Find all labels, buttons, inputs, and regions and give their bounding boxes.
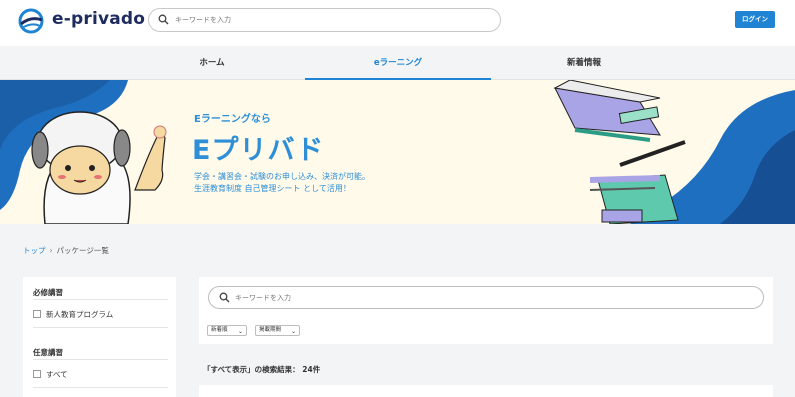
banner-subtitle: Eラーニングなら bbox=[194, 114, 271, 125]
filter-sidebar: 必修講習 新人教育プログラム 任意講習 すべて bbox=[23, 277, 176, 397]
search-panel: 新着順 ⌄ 掲載期間 ⌄ bbox=[199, 277, 773, 344]
breadcrumb: トップ › パッケージ一覧 bbox=[23, 245, 109, 256]
stationery-illustration bbox=[553, 80, 686, 224]
result-count: 「すべて表示」の検索結果： 24件 bbox=[203, 365, 321, 374]
filter-item-label: すべて bbox=[46, 370, 68, 379]
banner-line-1: 学会・講習会・試験のお申し込み、決済が可能。 bbox=[194, 172, 370, 181]
filter-item-label: 新人教育プログラム bbox=[46, 310, 114, 319]
main-search[interactable] bbox=[208, 286, 764, 309]
login-button[interactable]: ログイン bbox=[735, 11, 775, 28]
main-nav: ホーム eラーニング 新着情報 bbox=[0, 46, 795, 80]
breadcrumb-current: パッケージ一覧 bbox=[56, 246, 109, 255]
search-icon bbox=[158, 14, 169, 25]
mascot-character bbox=[31, 111, 167, 224]
logo-text[interactable]: e-privado bbox=[52, 9, 145, 29]
period-select[interactable]: 掲載期間 ⌄ bbox=[255, 325, 300, 336]
main-search-input[interactable] bbox=[235, 290, 735, 306]
sort-order-select[interactable]: 新着順 ⌄ bbox=[207, 325, 247, 336]
divider bbox=[33, 387, 168, 388]
divider bbox=[33, 299, 168, 300]
required-heading: 必修講習 bbox=[33, 288, 63, 297]
breadcrumb-separator: › bbox=[49, 246, 53, 255]
chevron-down-icon: ⌄ bbox=[237, 328, 243, 335]
divider bbox=[33, 327, 168, 328]
checkbox[interactable] bbox=[33, 310, 41, 318]
header-search-input[interactable] bbox=[175, 12, 475, 28]
banner-illustration bbox=[0, 80, 795, 224]
header-search[interactable] bbox=[148, 8, 501, 32]
nav-item-home[interactable]: ホーム bbox=[120, 46, 304, 80]
nav-item-news[interactable]: 新着情報 bbox=[492, 46, 676, 80]
filter-item-new-member-program[interactable]: 新人教育プログラム bbox=[33, 309, 113, 320]
chevron-down-icon: ⌄ bbox=[290, 328, 296, 335]
search-icon bbox=[219, 292, 230, 303]
banner-description: 学会・講習会・試験のお申し込み、決済が可能。 生涯教育制度 自己管理シート とし… bbox=[194, 171, 370, 195]
banner-title: Eプリバド bbox=[192, 135, 325, 166]
period-label: 掲載期間 bbox=[259, 327, 282, 333]
nav-item-elearning[interactable]: eラーニング bbox=[305, 46, 491, 80]
divider bbox=[33, 359, 168, 360]
logo-icon[interactable] bbox=[18, 8, 44, 34]
breadcrumb-home-link[interactable]: トップ bbox=[23, 246, 46, 255]
banner-line-2: 生涯教育制度 自己管理シート として活用！ bbox=[194, 184, 351, 193]
sort-order-label: 新着順 bbox=[211, 327, 228, 333]
result-list-card bbox=[199, 385, 773, 397]
checkbox[interactable] bbox=[33, 370, 41, 378]
hero-banner: Eラーニングなら Eプリバド 学会・講習会・試験のお申し込み、決済が可能。 生涯… bbox=[0, 80, 795, 224]
optional-heading: 任意講習 bbox=[33, 348, 63, 357]
site-header: e-privado ログイン bbox=[0, 0, 795, 46]
filter-item-all[interactable]: すべて bbox=[33, 369, 68, 380]
